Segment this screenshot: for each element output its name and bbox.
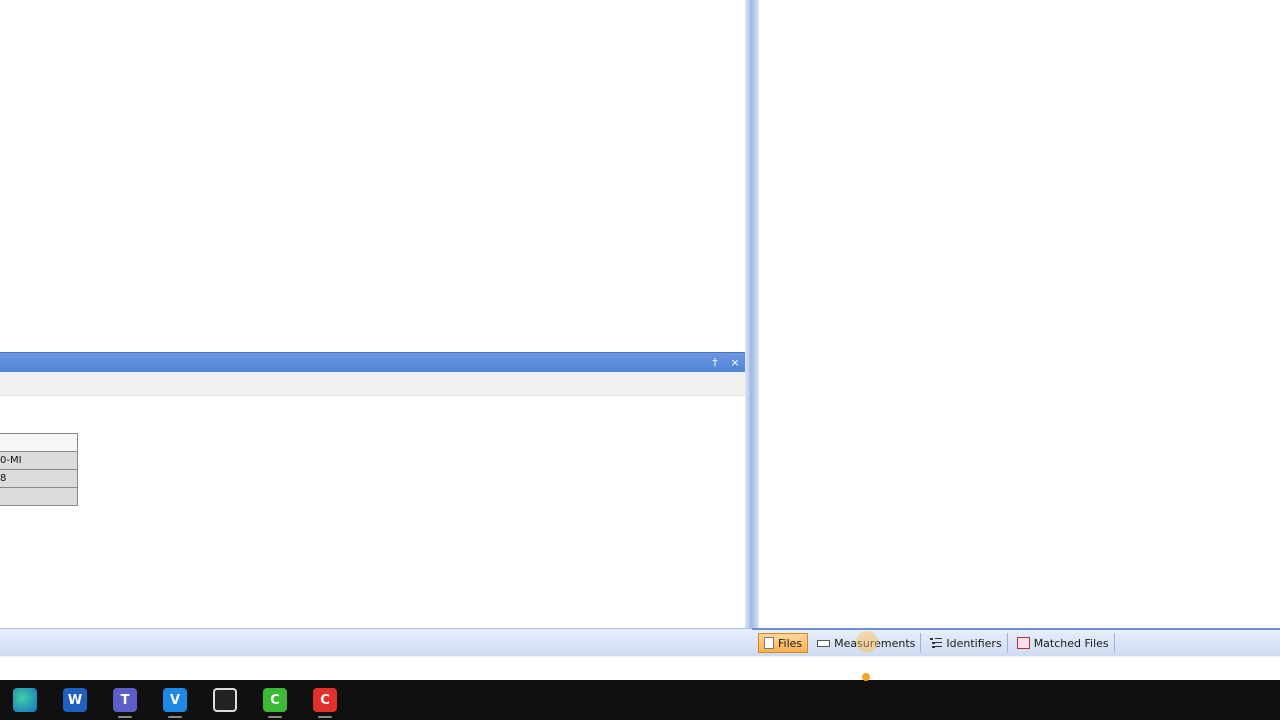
word-icon: W	[63, 688, 87, 712]
bottom-tab-strip-left	[0, 628, 752, 656]
cursor-highlight	[856, 631, 878, 653]
table-row	[0, 433, 78, 452]
visual-studio-icon: V	[163, 688, 187, 712]
tab-identifiers[interactable]: Identifiers	[925, 633, 1008, 653]
docked-panel-toolbar	[0, 372, 745, 396]
taskbar-app-red[interactable]: C	[300, 680, 350, 720]
taskbar-app-obs[interactable]	[200, 680, 250, 720]
docked-panel-body: 0-MI 8	[0, 396, 745, 627]
table-cell[interactable]	[0, 433, 78, 452]
app-window: † × 0-MI 8 Files Measurements Identifier…	[0, 0, 1280, 720]
running-indicator	[268, 716, 282, 718]
table-cell[interactable]	[0, 487, 78, 506]
bottom-tab-strip: Files Measurements Identifiers Matched F…	[752, 628, 1280, 656]
taskbar-app-word[interactable]: W	[50, 680, 100, 720]
running-indicator	[168, 716, 182, 718]
identifiers-icon	[930, 637, 943, 649]
running-indicator	[118, 716, 132, 718]
taskbar-app-edge[interactable]	[0, 680, 50, 720]
document-area[interactable]	[0, 0, 748, 352]
table-cell[interactable]: 8	[0, 469, 78, 488]
cursor-marker	[862, 673, 870, 681]
table-row: 8	[0, 469, 78, 488]
data-table: 0-MI 8	[0, 433, 78, 506]
taskbar: W T V C C	[0, 680, 1280, 720]
close-icon[interactable]: ×	[729, 356, 741, 369]
edge-icon	[13, 688, 37, 712]
table-row: 0-MI	[0, 451, 78, 470]
tab-label: Matched Files	[1033, 636, 1109, 650]
measurement-icon	[817, 639, 831, 647]
taskbar-app-visual-studio[interactable]: V	[150, 680, 200, 720]
docked-panel-titlebar[interactable]: † ×	[0, 352, 745, 372]
tab-label: Files	[778, 636, 803, 650]
vertical-splitter[interactable]	[745, 0, 759, 628]
matched-files-icon	[1016, 637, 1030, 649]
teams-icon: T	[113, 688, 137, 712]
pin-icon[interactable]: †	[709, 356, 721, 369]
tab-label: Identifiers	[946, 636, 1002, 650]
table-row	[0, 487, 78, 506]
running-indicator	[318, 716, 332, 718]
taskbar-app-teams[interactable]: T	[100, 680, 150, 720]
right-pane[interactable]	[759, 0, 1280, 628]
tab-matched-files[interactable]: Matched Files	[1012, 633, 1115, 653]
docked-panel: † × 0-MI 8	[0, 352, 745, 628]
file-icon	[764, 637, 774, 649]
obs-icon	[213, 688, 237, 712]
taskbar-app-camtasia[interactable]: C	[250, 680, 300, 720]
table-cell[interactable]: 0-MI	[0, 451, 78, 470]
camtasia-icon: C	[263, 688, 287, 712]
status-bar	[0, 656, 1280, 680]
red-app-icon: C	[313, 688, 337, 712]
tab-files[interactable]: Files	[758, 633, 809, 653]
